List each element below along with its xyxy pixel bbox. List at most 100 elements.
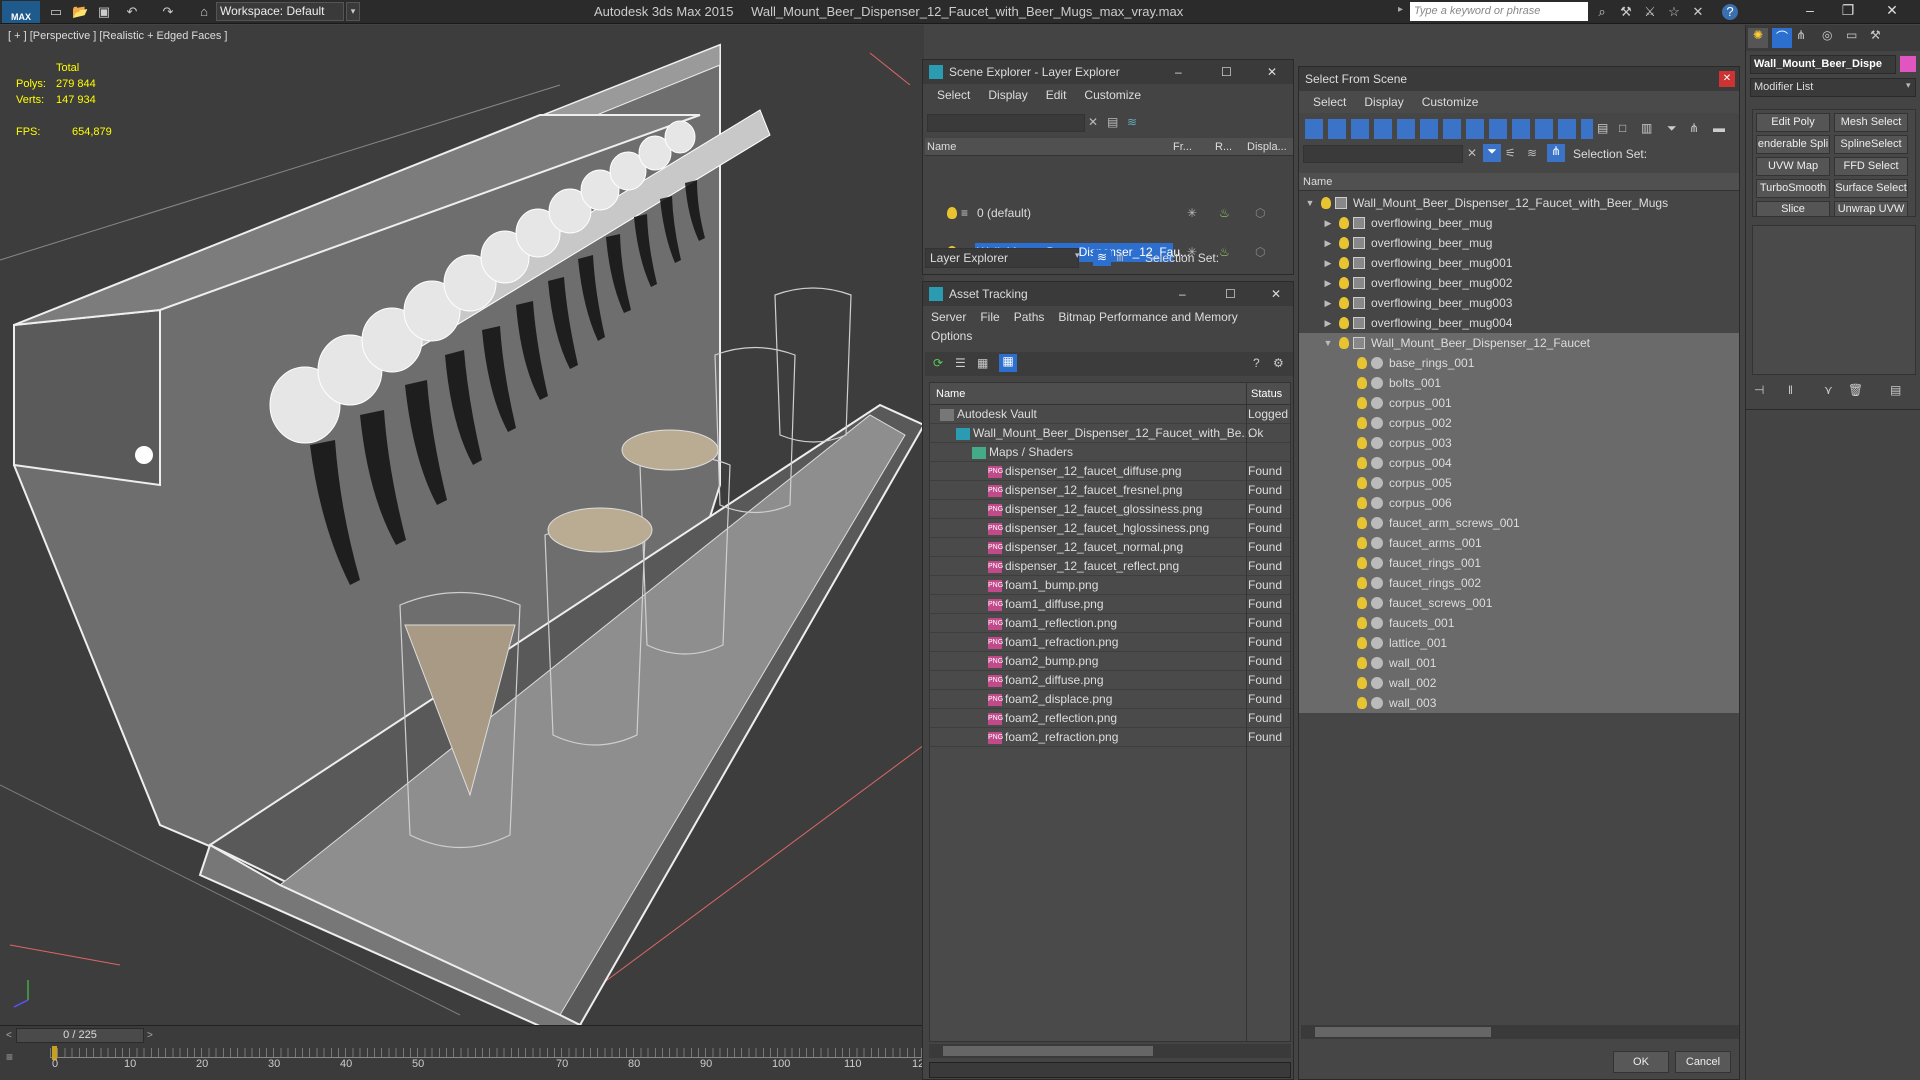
light-bulb-icon[interactable]: [1357, 497, 1367, 509]
light-bulb-icon[interactable]: [1357, 517, 1367, 529]
invert-selection-icon[interactable]: ▥: [1641, 121, 1652, 135]
light-bulb-icon[interactable]: [1357, 597, 1367, 609]
light-bulb-icon[interactable]: [1357, 537, 1367, 549]
clear-search-icon[interactable]: ✕: [1467, 146, 1477, 160]
configure-sets-icon[interactable]: ▤: [1890, 383, 1901, 397]
asset-row[interactable]: PNG dispenser_12_faucet_glossiness.png Fou…: [930, 500, 1290, 519]
menu-file[interactable]: File: [980, 308, 999, 327]
mesh-select-button[interactable]: Mesh Select: [1834, 113, 1908, 132]
light-bulb-icon[interactable]: [1357, 657, 1367, 669]
utilities-tab-icon[interactable]: ⚒: [1870, 28, 1881, 42]
dropdown-arrow-icon[interactable]: ▾: [1906, 80, 1911, 91]
mini-curve-editor-icon[interactable]: ≡: [6, 1050, 26, 1070]
scene-tree-row[interactable]: ▼ Wall_Mount_Beer_Dispenser_12_Faucet_wit…: [1299, 193, 1739, 213]
light-bulb-icon[interactable]: [1357, 397, 1367, 409]
close-x-icon[interactable]: ✕: [1690, 4, 1706, 20]
viewport-label[interactable]: [ + ] [Perspective ] [Realistic + Edged …: [8, 30, 228, 42]
display-icon[interactable]: ⬡: [1255, 204, 1265, 223]
explorer-type-dropdown[interactable]: Layer Explorer: [925, 248, 1079, 268]
scene-tree-row[interactable]: corpus_005: [1299, 473, 1739, 493]
menu-customize[interactable]: Customize: [1084, 84, 1141, 106]
asset-row[interactable]: PNG foam1_refraction.png Found: [930, 633, 1290, 652]
close-window-icon[interactable]: ✕: [1882, 2, 1902, 20]
asset-row[interactable]: Autodesk Vault Logged: [930, 405, 1290, 424]
help-icon[interactable]: ?: [1253, 356, 1260, 370]
scene-tree-row[interactable]: ▼ Wall_Mount_Beer_Dispenser_12_Faucet: [1299, 333, 1739, 353]
light-bulb-icon[interactable]: [1339, 277, 1349, 289]
render-teapot-icon[interactable]: ♨: [1219, 243, 1230, 262]
ffd-select-button[interactable]: FFD Select: [1834, 157, 1908, 176]
scene-tree-row[interactable]: faucet_rings_002: [1299, 573, 1739, 593]
scene-tree-row[interactable]: wall_003: [1299, 693, 1739, 713]
expand-arrow-icon[interactable]: ▶: [1323, 233, 1333, 253]
thumbnail-icon[interactable]: ▦: [977, 356, 988, 370]
scene-tree-row[interactable]: wall_001: [1299, 653, 1739, 673]
time-slider[interactable]: 0 / 225: [16, 1028, 144, 1043]
maximize-icon[interactable]: ☐: [1225, 282, 1236, 306]
light-bulb-icon[interactable]: [1357, 637, 1367, 649]
spline-select-button[interactable]: SplineSelect: [1834, 135, 1908, 154]
open-file-icon[interactable]: 📂: [72, 4, 88, 20]
list-view-icon[interactable]: ☰: [955, 356, 966, 370]
menu-edit[interactable]: Edit: [1046, 84, 1067, 106]
dropdown-arrow-icon[interactable]: ▾: [1075, 250, 1080, 261]
light-bulb-icon[interactable]: [1357, 677, 1367, 689]
horizontal-scrollbar[interactable]: [1301, 1025, 1739, 1039]
undo-icon[interactable]: ↶: [124, 4, 140, 20]
filter-type-buttons[interactable]: [1305, 119, 1593, 139]
light-bulb-icon[interactable]: [1357, 437, 1367, 449]
pin-stack-icon[interactable]: ⊣: [1754, 383, 1764, 397]
expand-arrow-icon[interactable]: ▶: [1323, 293, 1333, 313]
refresh-icon[interactable]: ⟳: [933, 356, 943, 370]
scene-tree-row[interactable]: corpus_003: [1299, 433, 1739, 453]
asset-row[interactable]: PNG foam1_diffuse.png Found: [930, 595, 1290, 614]
asset-row[interactable]: PNG foam2_bump.png Found: [930, 652, 1290, 671]
uvw-map-button[interactable]: UVW Map: [1756, 157, 1830, 176]
scene-tree-header[interactable]: Name: [1299, 173, 1739, 191]
scene-tree-row[interactable]: faucet_rings_001: [1299, 553, 1739, 573]
hierarchy-icon[interactable]: ⋔: [1547, 144, 1565, 162]
col-render[interactable]: R...: [1215, 138, 1232, 156]
asset-tracking-titlebar[interactable]: Asset Tracking – ☐ ✕: [923, 282, 1293, 306]
next-frame-icon[interactable]: >: [147, 1030, 153, 1041]
asset-row[interactable]: PNG dispenser_12_faucet_normal.png Found: [930, 538, 1290, 557]
close-icon[interactable]: ✕: [1719, 71, 1735, 87]
scene-tree-row[interactable]: faucets_001: [1299, 613, 1739, 633]
cancel-button[interactable]: Cancel: [1675, 1051, 1731, 1073]
light-bulb-icon[interactable]: [1339, 257, 1349, 269]
scene-tree-row[interactable]: ▶ overflowing_beer_mug: [1299, 233, 1739, 253]
maximize-icon[interactable]: ☐: [1221, 60, 1232, 84]
scene-tree-row[interactable]: faucet_arm_screws_001: [1299, 513, 1739, 533]
asset-row[interactable]: PNG foam2_displace.png Found: [930, 690, 1290, 709]
filter-icon[interactable]: ⏷: [1667, 121, 1677, 136]
scene-tree-row[interactable]: lattice_001: [1299, 633, 1739, 653]
light-bulb-icon[interactable]: [1339, 217, 1349, 229]
light-bulb-icon[interactable]: [1339, 337, 1349, 349]
col-name[interactable]: Name: [927, 138, 956, 156]
modify-tab-icon[interactable]: ⌒: [1772, 28, 1792, 48]
scrollbar-thumb[interactable]: [943, 1046, 1153, 1056]
perspective-viewport[interactable]: [ + ] [Perspective ] [Realistic + Edged …: [0, 25, 924, 1025]
modifier-stack[interactable]: [1752, 225, 1916, 375]
ok-button[interactable]: OK: [1613, 1051, 1669, 1073]
light-bulb-icon[interactable]: [1339, 297, 1349, 309]
close-icon[interactable]: ✕: [1267, 60, 1277, 84]
redo-icon[interactable]: ↷: [160, 4, 176, 20]
expand-arrow-icon[interactable]: ▶: [1323, 273, 1333, 293]
minimize-icon[interactable]: –: [1179, 282, 1186, 306]
restore-icon[interactable]: ❐: [1838, 2, 1858, 20]
menu-paths[interactable]: Paths: [1014, 308, 1045, 327]
menu-select[interactable]: Select: [937, 84, 970, 106]
menu-bitmap-performance[interactable]: Bitmap Performance and Memory: [1058, 308, 1237, 327]
select-from-scene-titlebar[interactable]: Select From Scene ✕: [1299, 67, 1739, 91]
asset-row[interactable]: Maps / Shaders: [930, 443, 1290, 462]
minimize-icon[interactable]: –: [1800, 2, 1820, 20]
scene-tree-row[interactable]: corpus_001: [1299, 393, 1739, 413]
asset-row[interactable]: PNG foam1_bump.png Found: [930, 576, 1290, 595]
scene-tree-row[interactable]: ▶ overflowing_beer_mug001: [1299, 253, 1739, 273]
display-icon[interactable]: ⬡: [1255, 243, 1265, 262]
motion-tab-icon[interactable]: ◎: [1822, 28, 1832, 42]
sort-icon[interactable]: ⚟: [1505, 146, 1516, 160]
expand-arrow-icon[interactable]: ▼: [1323, 333, 1333, 353]
menu-display[interactable]: Display: [988, 84, 1027, 106]
